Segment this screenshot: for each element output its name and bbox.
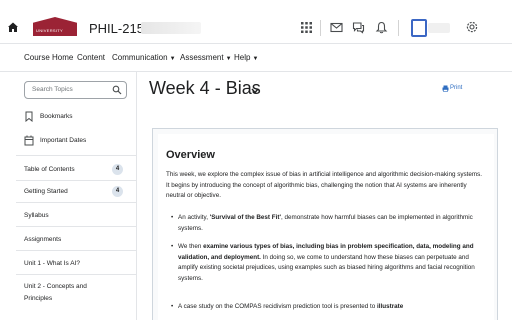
content-body: Overview This week, we explore the compl…: [158, 134, 494, 320]
toolbar-separator: [398, 20, 399, 36]
home-icon[interactable]: [7, 21, 19, 33]
sidebar-divider: [16, 180, 137, 181]
page-title: Week 4 - Bias: [149, 78, 261, 98]
sidebar-divider: [16, 226, 137, 227]
avatar[interactable]: [411, 19, 427, 37]
content-sidebar: Search Topics Bookmarks Important Dates …: [0, 72, 137, 320]
list-item: An activity, 'Survival of the Best Fit',…: [171, 213, 484, 234]
chevron-down-icon: ▼: [252, 56, 259, 62]
top-bar: UNIVERSITY PHIL-2150-: [0, 0, 512, 44]
list-item: We then examine various types of bias, i…: [171, 242, 484, 284]
course-nav-bar: Course Home Content Communication ▼ Asses…: [0, 44, 512, 72]
nav-assessment[interactable]: Assessment ▼: [180, 53, 232, 62]
sidebar-divider: [16, 250, 137, 251]
chevron-down-icon[interactable]: [251, 88, 259, 94]
sidebar-divider: [16, 274, 137, 275]
intro-paragraph: This week, we explore the complex issue …: [166, 171, 483, 199]
bullet-text: An activity,: [178, 214, 210, 221]
sidebar-item-unit-1[interactable]: Unit 1 - What Is AI?: [24, 258, 80, 270]
bullet-text: We then: [178, 243, 204, 250]
calendar-icon: [24, 135, 34, 146]
nav-communication-label: Communication: [112, 53, 168, 62]
logo-text: UNIVERSITY: [36, 28, 64, 33]
user-name-redacted: [428, 23, 450, 33]
printer-icon: [442, 85, 449, 92]
apps-grid-icon[interactable]: [300, 21, 313, 34]
nav-communication[interactable]: Communication ▼: [112, 53, 176, 62]
sidebar-divider: [16, 155, 137, 156]
bell-icon[interactable]: [375, 21, 388, 34]
bookmark-icon: [25, 111, 33, 122]
search-placeholder: Search Topics: [32, 86, 73, 93]
overview-heading: Overview: [166, 149, 215, 161]
list-item: A case study on the COMPAS recidivism pr…: [171, 302, 484, 313]
sidebar-item-assignments[interactable]: Assignments: [24, 234, 61, 246]
bullet-text: A case study on the COMPAS recidivism pr…: [178, 303, 378, 310]
nav-course-home[interactable]: Course Home: [24, 53, 73, 62]
count-badge: 4: [112, 164, 123, 175]
sidebar-divider: [16, 202, 137, 203]
sidebar-bookmarks[interactable]: Bookmarks: [40, 113, 73, 120]
nav-help[interactable]: Help ▼: [234, 53, 258, 62]
nav-assessment-label: Assessment: [180, 53, 224, 62]
chat-icon[interactable]: [352, 21, 365, 34]
chevron-down-icon: ▼: [225, 56, 232, 62]
sidebar-item-unit-2[interactable]: Unit 2 - Concepts and Principles: [24, 281, 104, 305]
mail-icon[interactable]: [330, 21, 343, 34]
gear-icon[interactable]: [465, 20, 479, 34]
sidebar-item-table-of-contents[interactable]: Table of Contents: [24, 164, 75, 176]
chevron-down-icon: ▼: [169, 56, 176, 62]
print-label: Print: [450, 85, 463, 91]
nav-content[interactable]: Content: [77, 53, 105, 62]
nav-help-label: Help: [234, 53, 251, 62]
sidebar-important-dates[interactable]: Important Dates: [40, 137, 86, 144]
search-icon[interactable]: [112, 85, 122, 95]
sidebar-item-getting-started[interactable]: Getting Started: [24, 186, 68, 198]
bullet-bold-text: illustrate: [377, 303, 404, 310]
university-logo[interactable]: [33, 17, 77, 36]
sidebar-item-syllabus[interactable]: Syllabus: [24, 210, 49, 222]
print-button[interactable]: Print: [442, 85, 463, 92]
content-panel: Overview This week, we explore the compl…: [152, 128, 498, 320]
count-badge: 4: [112, 186, 123, 197]
search-topics-input[interactable]: Search Topics: [24, 81, 127, 99]
toolbar-separator: [320, 20, 321, 36]
course-name-redacted: [141, 22, 201, 34]
activity-title: 'Survival of the Best Fit': [209, 214, 281, 221]
